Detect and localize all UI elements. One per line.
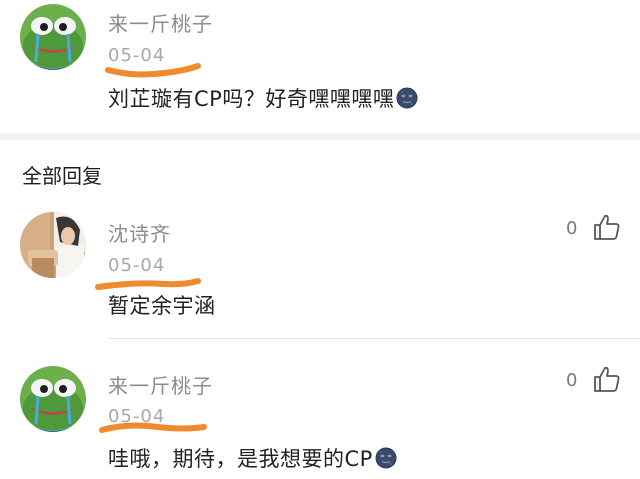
comment-username[interactable]: 来一斤桃子 xyxy=(108,8,213,37)
thumbs-up-icon[interactable] xyxy=(592,212,622,242)
new-moon-face-icon xyxy=(375,447,397,469)
frog-avatar[interactable] xyxy=(20,366,86,432)
frog-avatar[interactable] xyxy=(20,4,86,70)
like-count: 0 xyxy=(566,370,578,391)
frog-avatar-image xyxy=(20,366,86,432)
reply-text-content: 哇哦，期待，是我想要的CP xyxy=(108,447,373,471)
reply-text: 哇哦，期待，是我想要的CP xyxy=(108,443,397,473)
photo-avatar[interactable] xyxy=(20,212,86,278)
frog-avatar-image xyxy=(20,4,86,70)
reply-username[interactable]: 沈诗齐 xyxy=(108,218,171,247)
photo-avatar-image xyxy=(20,212,86,278)
reply-text: 暂定余宇涵 xyxy=(108,294,216,318)
reply-username[interactable]: 来一斤桃子 xyxy=(108,370,213,399)
section-divider xyxy=(0,133,640,140)
thumbs-up-icon[interactable] xyxy=(592,364,622,394)
all-replies-heading: 全部回复 xyxy=(22,164,102,188)
new-moon-face-icon xyxy=(396,87,418,109)
comment-date: 05-04 xyxy=(108,45,166,66)
reply-date: 05-04 xyxy=(108,406,166,427)
comment-thread-screen: 来一斤桃子 05-04 刘芷璇有CP吗？好奇嘿嘿嘿嘿 全部回复 沈诗齐 05-0… xyxy=(0,0,640,479)
like-count: 0 xyxy=(566,218,578,239)
comment-text: 刘芷璇有CP吗？好奇嘿嘿嘿嘿 xyxy=(108,83,418,113)
comment-text-content: 刘芷璇有CP吗？好奇嘿嘿嘿嘿 xyxy=(108,87,395,111)
reply-date: 05-04 xyxy=(108,255,166,276)
reply-divider xyxy=(108,338,640,339)
